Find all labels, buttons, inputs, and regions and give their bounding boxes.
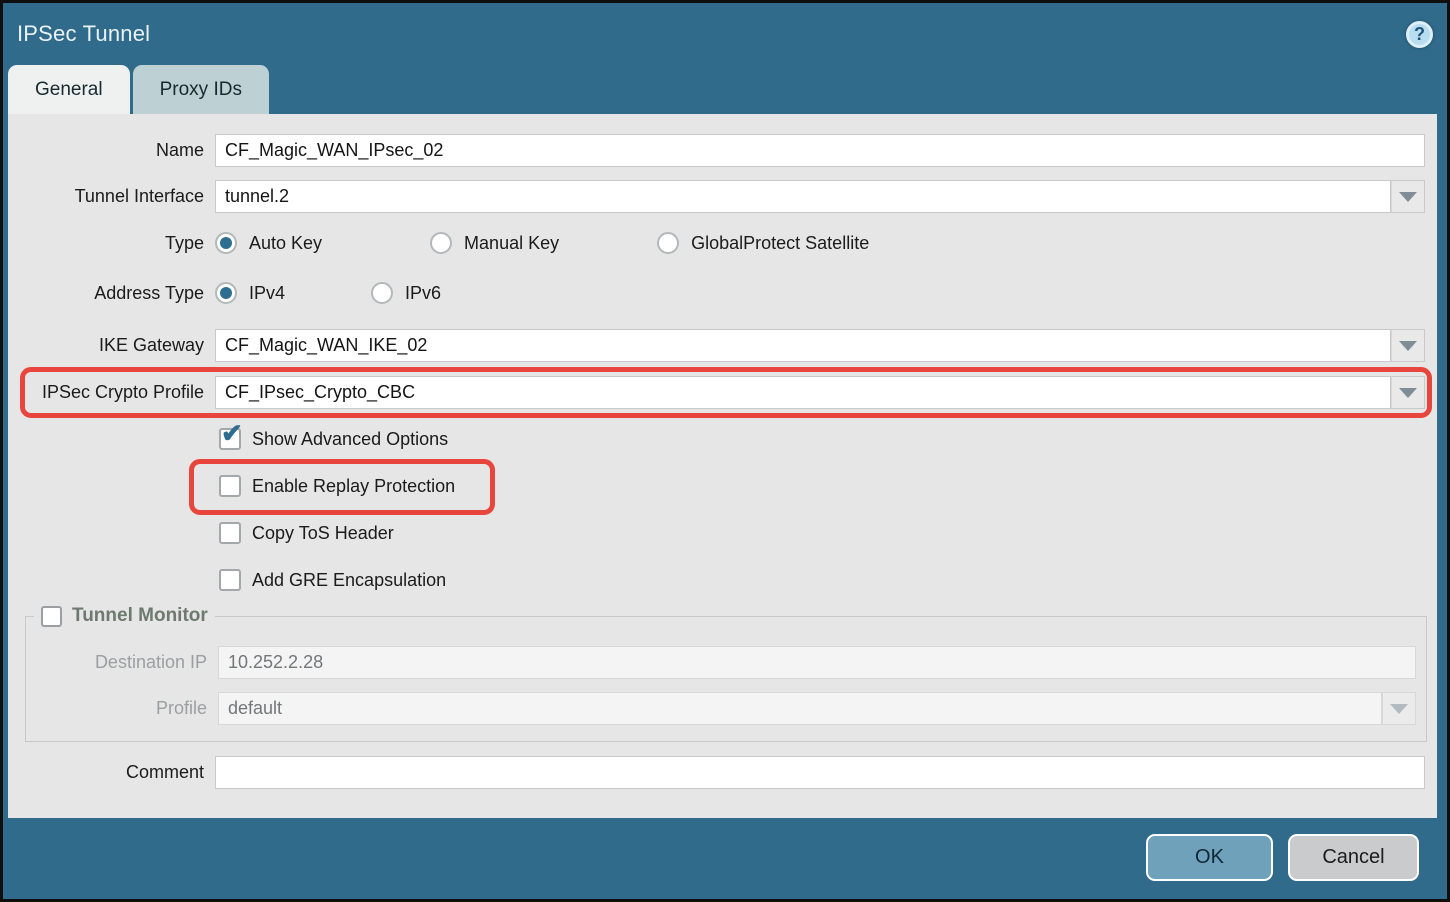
address-type-row: Address Type IPv4 IPv6 [8, 282, 1425, 304]
profile-label: Profile [26, 698, 218, 719]
radio-ipv6-label: IPv6 [405, 283, 441, 304]
ipsec-crypto-profile-dropdown-button[interactable] [1391, 376, 1425, 409]
tab-general[interactable]: General [8, 65, 130, 114]
general-tab-panel: Name Tunnel Interface Type Auto Key [8, 114, 1437, 818]
enable-replay-protection-label: Enable Replay Protection [252, 476, 455, 497]
name-input[interactable] [215, 134, 1425, 167]
ike-gateway-dropdown-button[interactable] [1391, 329, 1425, 362]
chevron-down-icon [1399, 388, 1417, 398]
ipsec-tunnel-dialog: IPSec Tunnel ? General Proxy IDs Name Tu… [0, 0, 1450, 902]
chevron-down-icon [1399, 192, 1417, 202]
dialog-titlebar: IPSec Tunnel ? [3, 3, 1447, 65]
chevron-down-icon [1399, 341, 1417, 351]
comment-input[interactable] [215, 756, 1425, 789]
chevron-down-icon [1390, 704, 1408, 714]
checkmark-icon: ✔ [221, 420, 243, 446]
tunnel-monitor-checkbox[interactable]: ✔ [41, 606, 62, 627]
tab-bar: General Proxy IDs [8, 65, 269, 114]
destination-ip-input [218, 646, 1416, 679]
dialog-footer: OK Cancel [3, 815, 1447, 899]
tunnel-monitor-label: Tunnel Monitor [72, 605, 208, 627]
profile-row: Profile [26, 692, 1416, 725]
show-advanced-options-label: Show Advanced Options [252, 429, 448, 450]
destination-ip-row: Destination IP [26, 646, 1416, 679]
radio-ipv4-label: IPv4 [249, 283, 285, 304]
radio-dot-icon [220, 237, 232, 249]
type-label: Type [8, 233, 215, 254]
help-icon[interactable]: ? [1406, 21, 1433, 48]
radio-ipv6[interactable] [371, 282, 393, 304]
radio-globalprotect-satellite[interactable] [657, 232, 679, 254]
radio-manual-key[interactable] [430, 232, 452, 254]
ike-gateway-input[interactable] [215, 329, 1391, 362]
copy-tos-header-label: Copy ToS Header [252, 523, 394, 544]
show-advanced-options-row: ✔ Show Advanced Options [219, 426, 1437, 452]
tunnel-interface-dropdown-button[interactable] [1391, 180, 1425, 213]
copy-tos-header-row: ✔ Copy ToS Header [219, 520, 1437, 546]
ipsec-crypto-profile-row: IPSec Crypto Profile [8, 376, 1425, 409]
tunnel-interface-row: Tunnel Interface [8, 180, 1425, 213]
address-type-label: Address Type [8, 283, 215, 304]
radio-manual-key-label: Manual Key [464, 233, 559, 254]
add-gre-encapsulation-label: Add GRE Encapsulation [252, 570, 446, 591]
show-advanced-options-checkbox[interactable]: ✔ [219, 428, 241, 450]
add-gre-encapsulation-row: ✔ Add GRE Encapsulation [219, 567, 1437, 593]
radio-ipv4[interactable] [215, 282, 237, 304]
ipsec-crypto-profile-input[interactable] [215, 376, 1391, 409]
ok-button[interactable]: OK [1146, 834, 1273, 881]
cancel-button[interactable]: Cancel [1288, 834, 1419, 881]
radio-dot-icon [220, 287, 232, 299]
comment-row: Comment [8, 756, 1425, 789]
comment-label: Comment [8, 762, 215, 783]
name-row: Name [8, 134, 1425, 167]
destination-ip-label: Destination IP [26, 652, 218, 673]
enable-replay-protection-checkbox[interactable]: ✔ [219, 475, 241, 497]
copy-tos-header-checkbox[interactable]: ✔ [219, 522, 241, 544]
tunnel-monitor-legend: ✔ Tunnel Monitor [34, 605, 215, 627]
radio-auto-key-label: Auto Key [249, 233, 322, 254]
profile-dropdown-button [1382, 692, 1416, 725]
tunnel-interface-label: Tunnel Interface [8, 186, 215, 207]
add-gre-encapsulation-checkbox[interactable]: ✔ [219, 569, 241, 591]
dialog-title: IPSec Tunnel [17, 21, 150, 47]
tunnel-monitor-fieldset: ✔ Tunnel Monitor Destination IP Profile [25, 605, 1427, 742]
radio-auto-key[interactable] [215, 232, 237, 254]
ike-gateway-row: IKE Gateway [8, 329, 1425, 362]
name-label: Name [8, 140, 215, 161]
ike-gateway-label: IKE Gateway [8, 335, 215, 356]
tab-proxy-ids[interactable]: Proxy IDs [133, 65, 269, 114]
tunnel-interface-input[interactable] [215, 180, 1391, 213]
radio-globalprotect-satellite-label: GlobalProtect Satellite [691, 233, 869, 254]
enable-replay-protection-row: ✔ Enable Replay Protection [219, 473, 1437, 499]
ipsec-crypto-profile-label: IPSec Crypto Profile [8, 382, 215, 403]
profile-input [218, 692, 1382, 725]
type-row: Type Auto Key Manual Key GlobalProtect S… [8, 232, 1425, 254]
